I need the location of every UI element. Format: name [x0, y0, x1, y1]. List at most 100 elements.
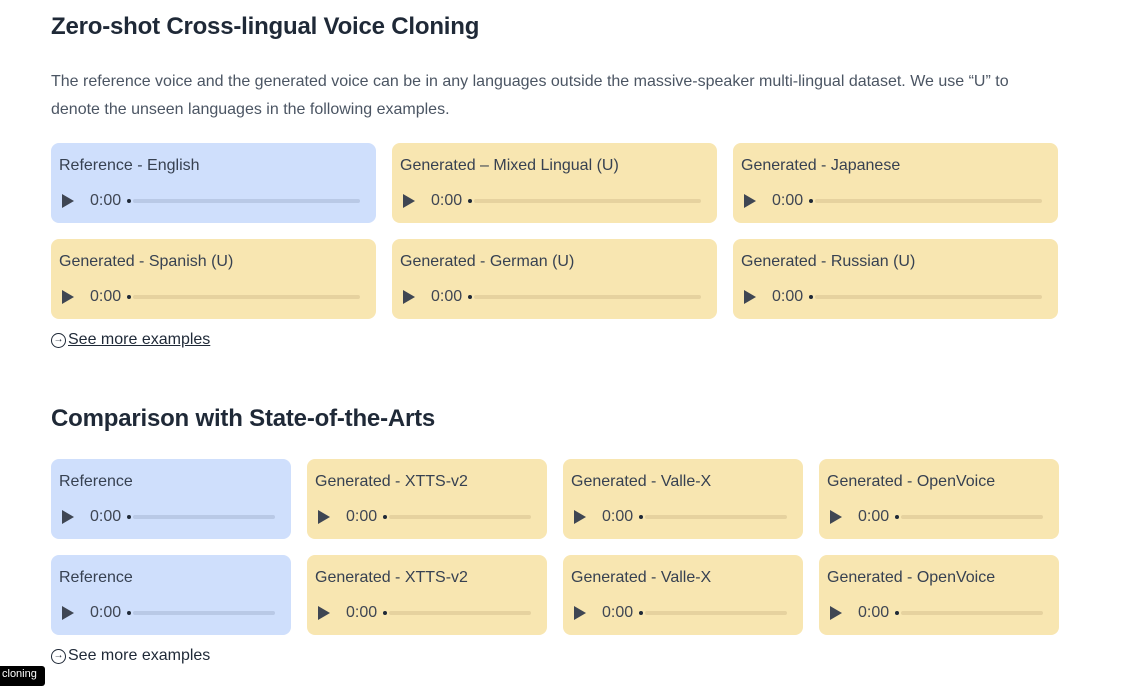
audio-card: Generated - Valle-X 0:00 — [563, 459, 803, 539]
audio-player: 0:00 — [741, 192, 1050, 210]
audio-time: 0:00 — [90, 192, 122, 209]
play-icon[interactable] — [574, 510, 586, 524]
audio-card-label: Reference — [59, 569, 133, 586]
audio-card-label: Reference - English — [59, 157, 200, 174]
seek-handle[interactable] — [809, 295, 814, 299]
audio-time: 0:00 — [90, 288, 122, 305]
audio-player: 0:00 — [315, 508, 539, 526]
audio-time: 0:00 — [431, 288, 463, 305]
play-icon[interactable] — [744, 290, 756, 304]
audio-card: Generated - German (U) 0:00 — [392, 239, 717, 319]
seek-handle[interactable] — [468, 295, 473, 299]
comparison-audio-grid: Reference 0:00 Generated - XTTS-v2 0:00 Gene… — [51, 459, 1059, 635]
section-description: The reference voice and the generated vo… — [51, 73, 1009, 118]
audio-time: 0:00 — [602, 508, 634, 525]
play-icon[interactable] — [574, 606, 586, 620]
seek-handle[interactable] — [809, 199, 814, 203]
audio-player: 0:00 — [571, 508, 795, 526]
seek-handle[interactable] — [383, 611, 388, 615]
seek-bar[interactable] — [815, 295, 1042, 299]
seek-handle[interactable] — [639, 515, 644, 519]
see-more-label[interactable]: See more examples — [68, 647, 210, 665]
audio-time: 0:00 — [772, 288, 804, 305]
audio-card-label: Generated - Valle-X — [571, 569, 712, 586]
seek-handle[interactable] — [127, 199, 132, 203]
audio-player: 0:00 — [741, 288, 1050, 306]
audio-card: Reference 0:00 — [51, 555, 291, 635]
audio-player: 0:00 — [59, 508, 283, 526]
seek-handle[interactable] — [895, 611, 900, 615]
seek-handle[interactable] — [127, 611, 132, 615]
seek-handle[interactable] — [383, 515, 388, 519]
seek-handle[interactable] — [127, 515, 132, 519]
seek-bar[interactable] — [815, 199, 1042, 203]
play-icon[interactable] — [62, 290, 74, 304]
audio-time: 0:00 — [858, 604, 890, 621]
audio-time: 0:00 — [346, 508, 378, 525]
seek-bar[interactable] — [645, 611, 787, 615]
cross-lingual-audio-grid: Reference - English 0:00 Generated – Mixed… — [51, 143, 1058, 319]
audio-time: 0:00 — [602, 604, 634, 621]
seek-bar[interactable] — [389, 611, 531, 615]
tooltip: cloning — [0, 666, 45, 686]
audio-card: Generated - XTTS-v2 0:00 — [307, 459, 547, 539]
audio-player: 0:00 — [571, 604, 795, 622]
audio-card-label: Generated - OpenVoice — [827, 569, 996, 586]
section-title-cross-lingual: Zero-shot Cross-lingual Voice Cloning — [51, 13, 480, 40]
seek-bar[interactable] — [474, 199, 701, 203]
seek-bar[interactable] — [474, 295, 701, 299]
seek-bar[interactable] — [901, 611, 1043, 615]
audio-player: 0:00 — [315, 604, 539, 622]
audio-time: 0:00 — [346, 604, 378, 621]
see-more-label[interactable]: See more examples — [68, 331, 210, 349]
seek-bar[interactable] — [389, 515, 531, 519]
section-title-comparison: Comparison with State-of-the-Arts — [51, 405, 436, 432]
play-icon[interactable] — [830, 510, 842, 524]
audio-player: 0:00 — [827, 508, 1051, 526]
audio-time: 0:00 — [772, 192, 804, 209]
seek-handle[interactable] — [468, 199, 473, 203]
play-icon[interactable] — [744, 194, 756, 208]
seek-bar[interactable] — [133, 515, 275, 519]
seek-bar[interactable] — [645, 515, 787, 519]
audio-card-label: Generated - Japanese — [741, 157, 901, 174]
audio-card: Generated - OpenVoice 0:00 — [819, 459, 1059, 539]
audio-card-label: Generated - German (U) — [400, 253, 575, 270]
see-more-link[interactable]: → See more examples — [51, 647, 210, 665]
audio-player: 0:00 — [400, 192, 709, 210]
play-icon[interactable] — [62, 510, 74, 524]
seek-bar[interactable] — [133, 611, 275, 615]
seek-bar[interactable] — [133, 199, 360, 203]
play-icon[interactable] — [403, 194, 415, 208]
see-more-link[interactable]: → See more examples — [51, 331, 210, 349]
audio-card: Generated – Mixed Lingual (U) 0:00 — [392, 143, 717, 223]
audio-card-label: Generated – Mixed Lingual (U) — [400, 157, 619, 174]
audio-card: Generated - Russian (U) 0:00 — [733, 239, 1058, 319]
audio-card-label: Generated - OpenVoice — [827, 473, 996, 490]
arrow-circle-right-icon: → — [51, 332, 66, 348]
audio-card-label: Reference — [59, 473, 133, 490]
seek-bar[interactable] — [133, 295, 360, 299]
audio-player: 0:00 — [59, 604, 283, 622]
audio-card-label: Generated - Valle-X — [571, 473, 712, 490]
audio-player: 0:00 — [59, 192, 368, 210]
audio-card: Generated - XTTS-v2 0:00 — [307, 555, 547, 635]
play-icon[interactable] — [830, 606, 842, 620]
audio-card: Generated - Japanese 0:00 — [733, 143, 1058, 223]
seek-bar[interactable] — [901, 515, 1043, 519]
seek-handle[interactable] — [639, 611, 644, 615]
play-icon[interactable] — [403, 290, 415, 304]
seek-handle[interactable] — [895, 515, 900, 519]
audio-card: Generated - OpenVoice 0:00 — [819, 555, 1059, 635]
seek-handle[interactable] — [127, 295, 132, 299]
audio-time: 0:00 — [431, 192, 463, 209]
play-icon[interactable] — [318, 510, 330, 524]
audio-player: 0:00 — [827, 604, 1051, 622]
audio-player: 0:00 — [400, 288, 709, 306]
audio-player: 0:00 — [59, 288, 368, 306]
play-icon[interactable] — [318, 606, 330, 620]
audio-time: 0:00 — [90, 508, 122, 525]
play-icon[interactable] — [62, 606, 74, 620]
play-icon[interactable] — [62, 194, 74, 208]
audio-card-label: Generated - Spanish (U) — [59, 253, 234, 270]
